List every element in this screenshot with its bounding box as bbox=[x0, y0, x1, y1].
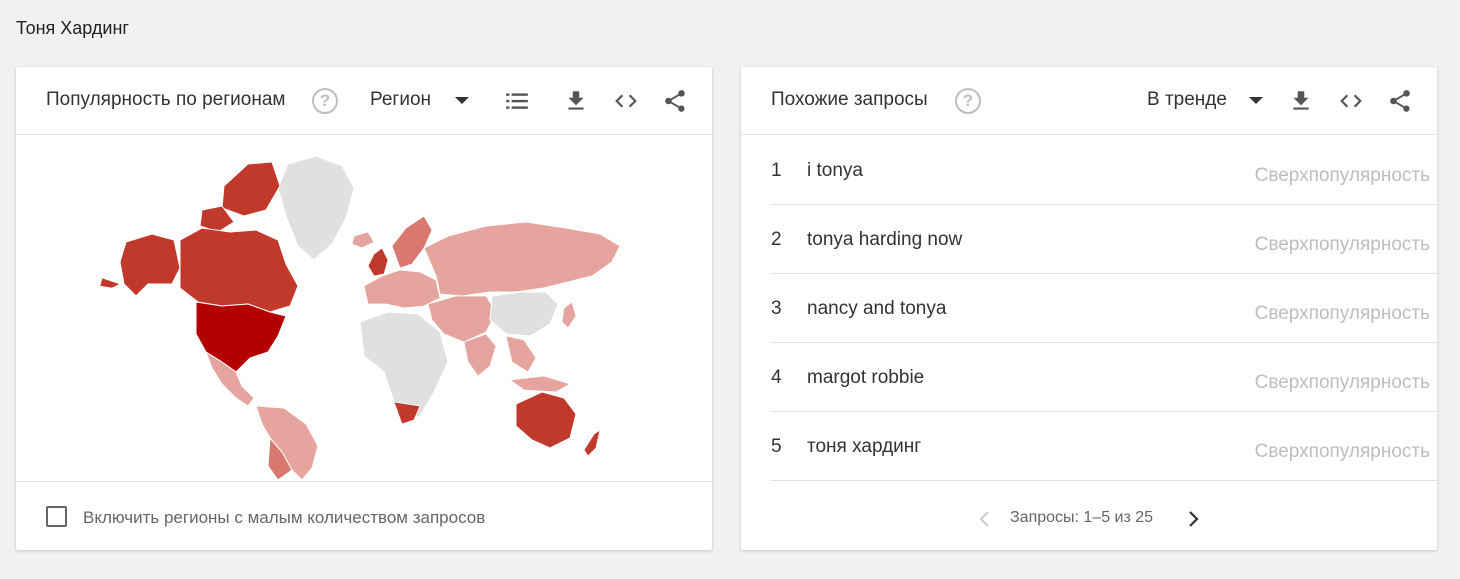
chevron-left-icon[interactable] bbox=[975, 507, 995, 531]
share-icon[interactable] bbox=[1387, 88, 1413, 114]
region-canada-arctic bbox=[221, 161, 281, 217]
region-australia bbox=[515, 391, 577, 449]
region-alaska-aleutians bbox=[99, 277, 121, 289]
card-header: Популярность по регионам ? Регион bbox=[16, 67, 712, 135]
query-row[interactable]: 4 margot robbie Сверхпопулярность bbox=[771, 343, 1437, 412]
query-row[interactable]: 2 tonya harding now Сверхпопулярность bbox=[771, 205, 1437, 274]
region-new-zealand bbox=[583, 429, 601, 457]
trend-dropdown[interactable]: В тренде bbox=[1147, 89, 1227, 111]
region-china bbox=[489, 291, 559, 337]
low-volume-checkbox-label[interactable]: Включить регионы с малым количеством зап… bbox=[83, 508, 485, 528]
query-text[interactable]: nancy and tonya bbox=[807, 298, 946, 320]
query-text[interactable]: тоня хардинг bbox=[807, 436, 921, 458]
region-russia bbox=[423, 221, 621, 297]
world-map[interactable] bbox=[16, 136, 712, 481]
query-row[interactable]: 5 тоня хардинг Сверхпопулярность bbox=[771, 412, 1437, 481]
query-text[interactable]: i tonya bbox=[807, 160, 863, 182]
query-row[interactable]: 3 nancy and tonya Сверхпопулярность bbox=[771, 274, 1437, 343]
query-status: Сверхпопулярность bbox=[1254, 234, 1430, 255]
page-title: Тоня Хардинг bbox=[16, 18, 129, 38]
download-icon[interactable] bbox=[563, 88, 589, 114]
chevron-down-icon[interactable] bbox=[455, 97, 469, 104]
region-canada bbox=[179, 227, 299, 313]
query-text[interactable]: tonya harding now bbox=[807, 229, 962, 251]
region-uk bbox=[367, 247, 389, 277]
query-status: Сверхпопулярность bbox=[1254, 441, 1430, 462]
query-status: Сверхпопулярность bbox=[1254, 372, 1430, 393]
query-rank: 5 bbox=[771, 436, 782, 457]
region-india bbox=[463, 333, 497, 377]
chevron-down-icon[interactable] bbox=[1249, 97, 1263, 104]
download-icon[interactable] bbox=[1288, 88, 1314, 114]
interest-by-region-card: Популярность по регионам ? Регион Включи… bbox=[16, 67, 712, 550]
low-volume-checkbox[interactable] bbox=[46, 506, 67, 527]
query-rank: 4 bbox=[771, 367, 782, 388]
embed-code-icon[interactable] bbox=[1338, 88, 1364, 114]
card-header: Похожие запросы ? В тренде bbox=[741, 67, 1437, 135]
query-status: Сверхпопулярность bbox=[1254, 165, 1430, 186]
region-dropdown[interactable]: Регион bbox=[370, 89, 431, 111]
region-se-asia bbox=[505, 335, 537, 373]
share-icon[interactable] bbox=[662, 88, 688, 114]
query-row[interactable]: 1 i tonya Сверхпопулярность bbox=[771, 136, 1437, 205]
region-alaska bbox=[119, 233, 181, 297]
query-rank: 1 bbox=[771, 160, 782, 181]
region-iceland bbox=[351, 231, 375, 249]
pagination: Запросы: 1–5 из 25 bbox=[741, 507, 1437, 531]
query-text[interactable]: margot robbie bbox=[807, 367, 924, 389]
card-footer: Включить регионы с малым количеством зап… bbox=[16, 481, 712, 550]
list-view-icon[interactable] bbox=[504, 88, 530, 114]
region-scandinavia bbox=[391, 215, 433, 269]
region-south-africa bbox=[393, 401, 421, 425]
help-icon[interactable]: ? bbox=[312, 88, 338, 114]
chevron-right-icon[interactable] bbox=[1183, 507, 1203, 531]
pagination-label: Запросы: 1–5 из 25 bbox=[1010, 509, 1154, 526]
embed-code-icon[interactable] bbox=[613, 88, 639, 114]
card-title: Популярность по регионам bbox=[46, 89, 286, 110]
query-rank: 2 bbox=[771, 229, 782, 250]
query-rank: 3 bbox=[771, 298, 782, 319]
card-title: Похожие запросы bbox=[771, 89, 928, 110]
region-japan bbox=[561, 301, 577, 329]
query-status: Сверхпопулярность bbox=[1254, 303, 1430, 324]
related-queries-card: Похожие запросы ? В тренде 1 i tonya Све… bbox=[741, 67, 1437, 550]
region-greenland bbox=[277, 155, 355, 261]
help-icon[interactable]: ? bbox=[955, 88, 981, 114]
region-indonesia bbox=[508, 375, 572, 393]
